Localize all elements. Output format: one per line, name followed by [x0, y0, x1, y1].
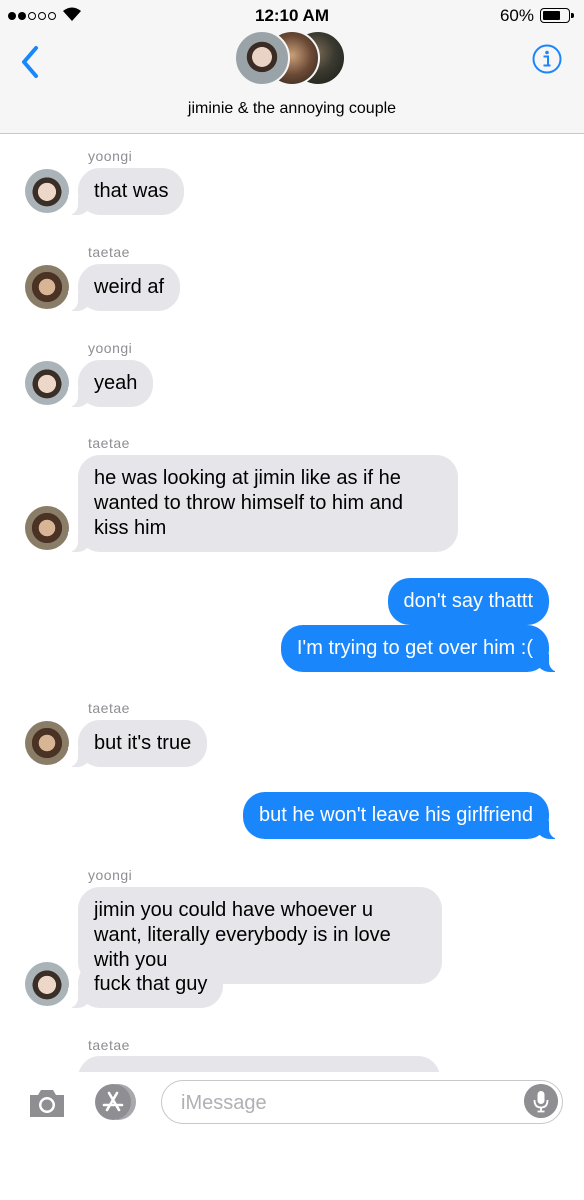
microphone-icon[interactable] — [524, 1084, 558, 1118]
message-bubble[interactable]: don't say thattt — [387, 578, 549, 625]
message-bubble[interactable]: I'm trying to get over him :( — [280, 625, 560, 672]
avatar — [25, 721, 69, 765]
message-bubble[interactable]: weird af — [67, 264, 181, 311]
message-composer: iMessage — [0, 1072, 584, 1132]
group-avatars[interactable] — [234, 30, 354, 90]
message-bubble[interactable]: that was — [67, 168, 185, 215]
avatar — [234, 30, 290, 86]
avatar — [25, 506, 69, 550]
avatar — [25, 169, 69, 213]
message-bubble[interactable]: yeah — [67, 360, 154, 407]
avatar — [25, 361, 69, 405]
message-bubble[interactable]: but he won't leave his girlfriend — [243, 792, 559, 839]
battery-percentage: 60% — [499, 6, 534, 25]
sender-name: yoongi — [88, 867, 133, 883]
conversation-title[interactable]: jiminie & the annoying couple — [0, 100, 584, 118]
sender-name: yoongi — [88, 148, 133, 164]
sender-name: taetae — [88, 435, 130, 451]
sender-name: taetae — [88, 244, 130, 260]
status-bar: 12:10 AM 60% — [0, 0, 584, 32]
info-icon[interactable] — [532, 44, 562, 74]
app-store-icon[interactable] — [93, 1082, 137, 1122]
status-time: 12:10 AM — [254, 6, 329, 25]
avatar — [25, 265, 69, 309]
battery-icon — [540, 8, 574, 23]
message-bubble[interactable]: but it's true — [67, 720, 208, 767]
back-chevron-icon[interactable] — [16, 42, 46, 82]
sender-name: yoongi — [88, 340, 133, 356]
message-bubble[interactable]: jimin you could have whoever u want, lit… — [78, 887, 442, 984]
avatar — [25, 962, 69, 1006]
message-bubble[interactable]: he was looking at jimin like as if he wa… — [68, 455, 458, 552]
sender-name: taetae — [88, 700, 130, 716]
camera-icon[interactable] — [27, 1086, 67, 1120]
message-bubble[interactable] — [78, 1056, 440, 1072]
bottom-background — [0, 1132, 584, 1200]
conversation-header: 12:10 AM 60% jiminie & the annoying coup… — [0, 0, 584, 134]
imessage-input[interactable]: iMessage — [161, 1080, 563, 1124]
message-thread[interactable]: yoongi that was taetae weird af yoongi y… — [0, 134, 584, 1072]
input-placeholder: iMessage — [181, 1092, 267, 1114]
sender-name: taetae — [88, 1037, 130, 1053]
